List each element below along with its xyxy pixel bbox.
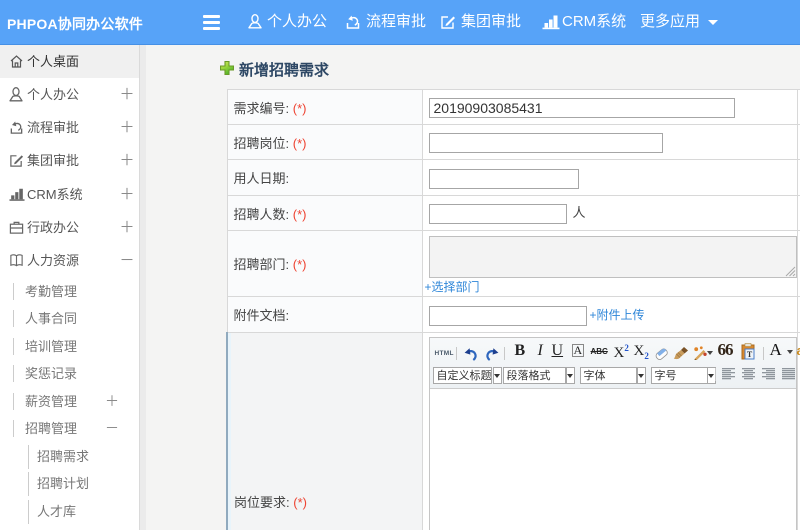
svg-text:T: T [746,350,752,359]
